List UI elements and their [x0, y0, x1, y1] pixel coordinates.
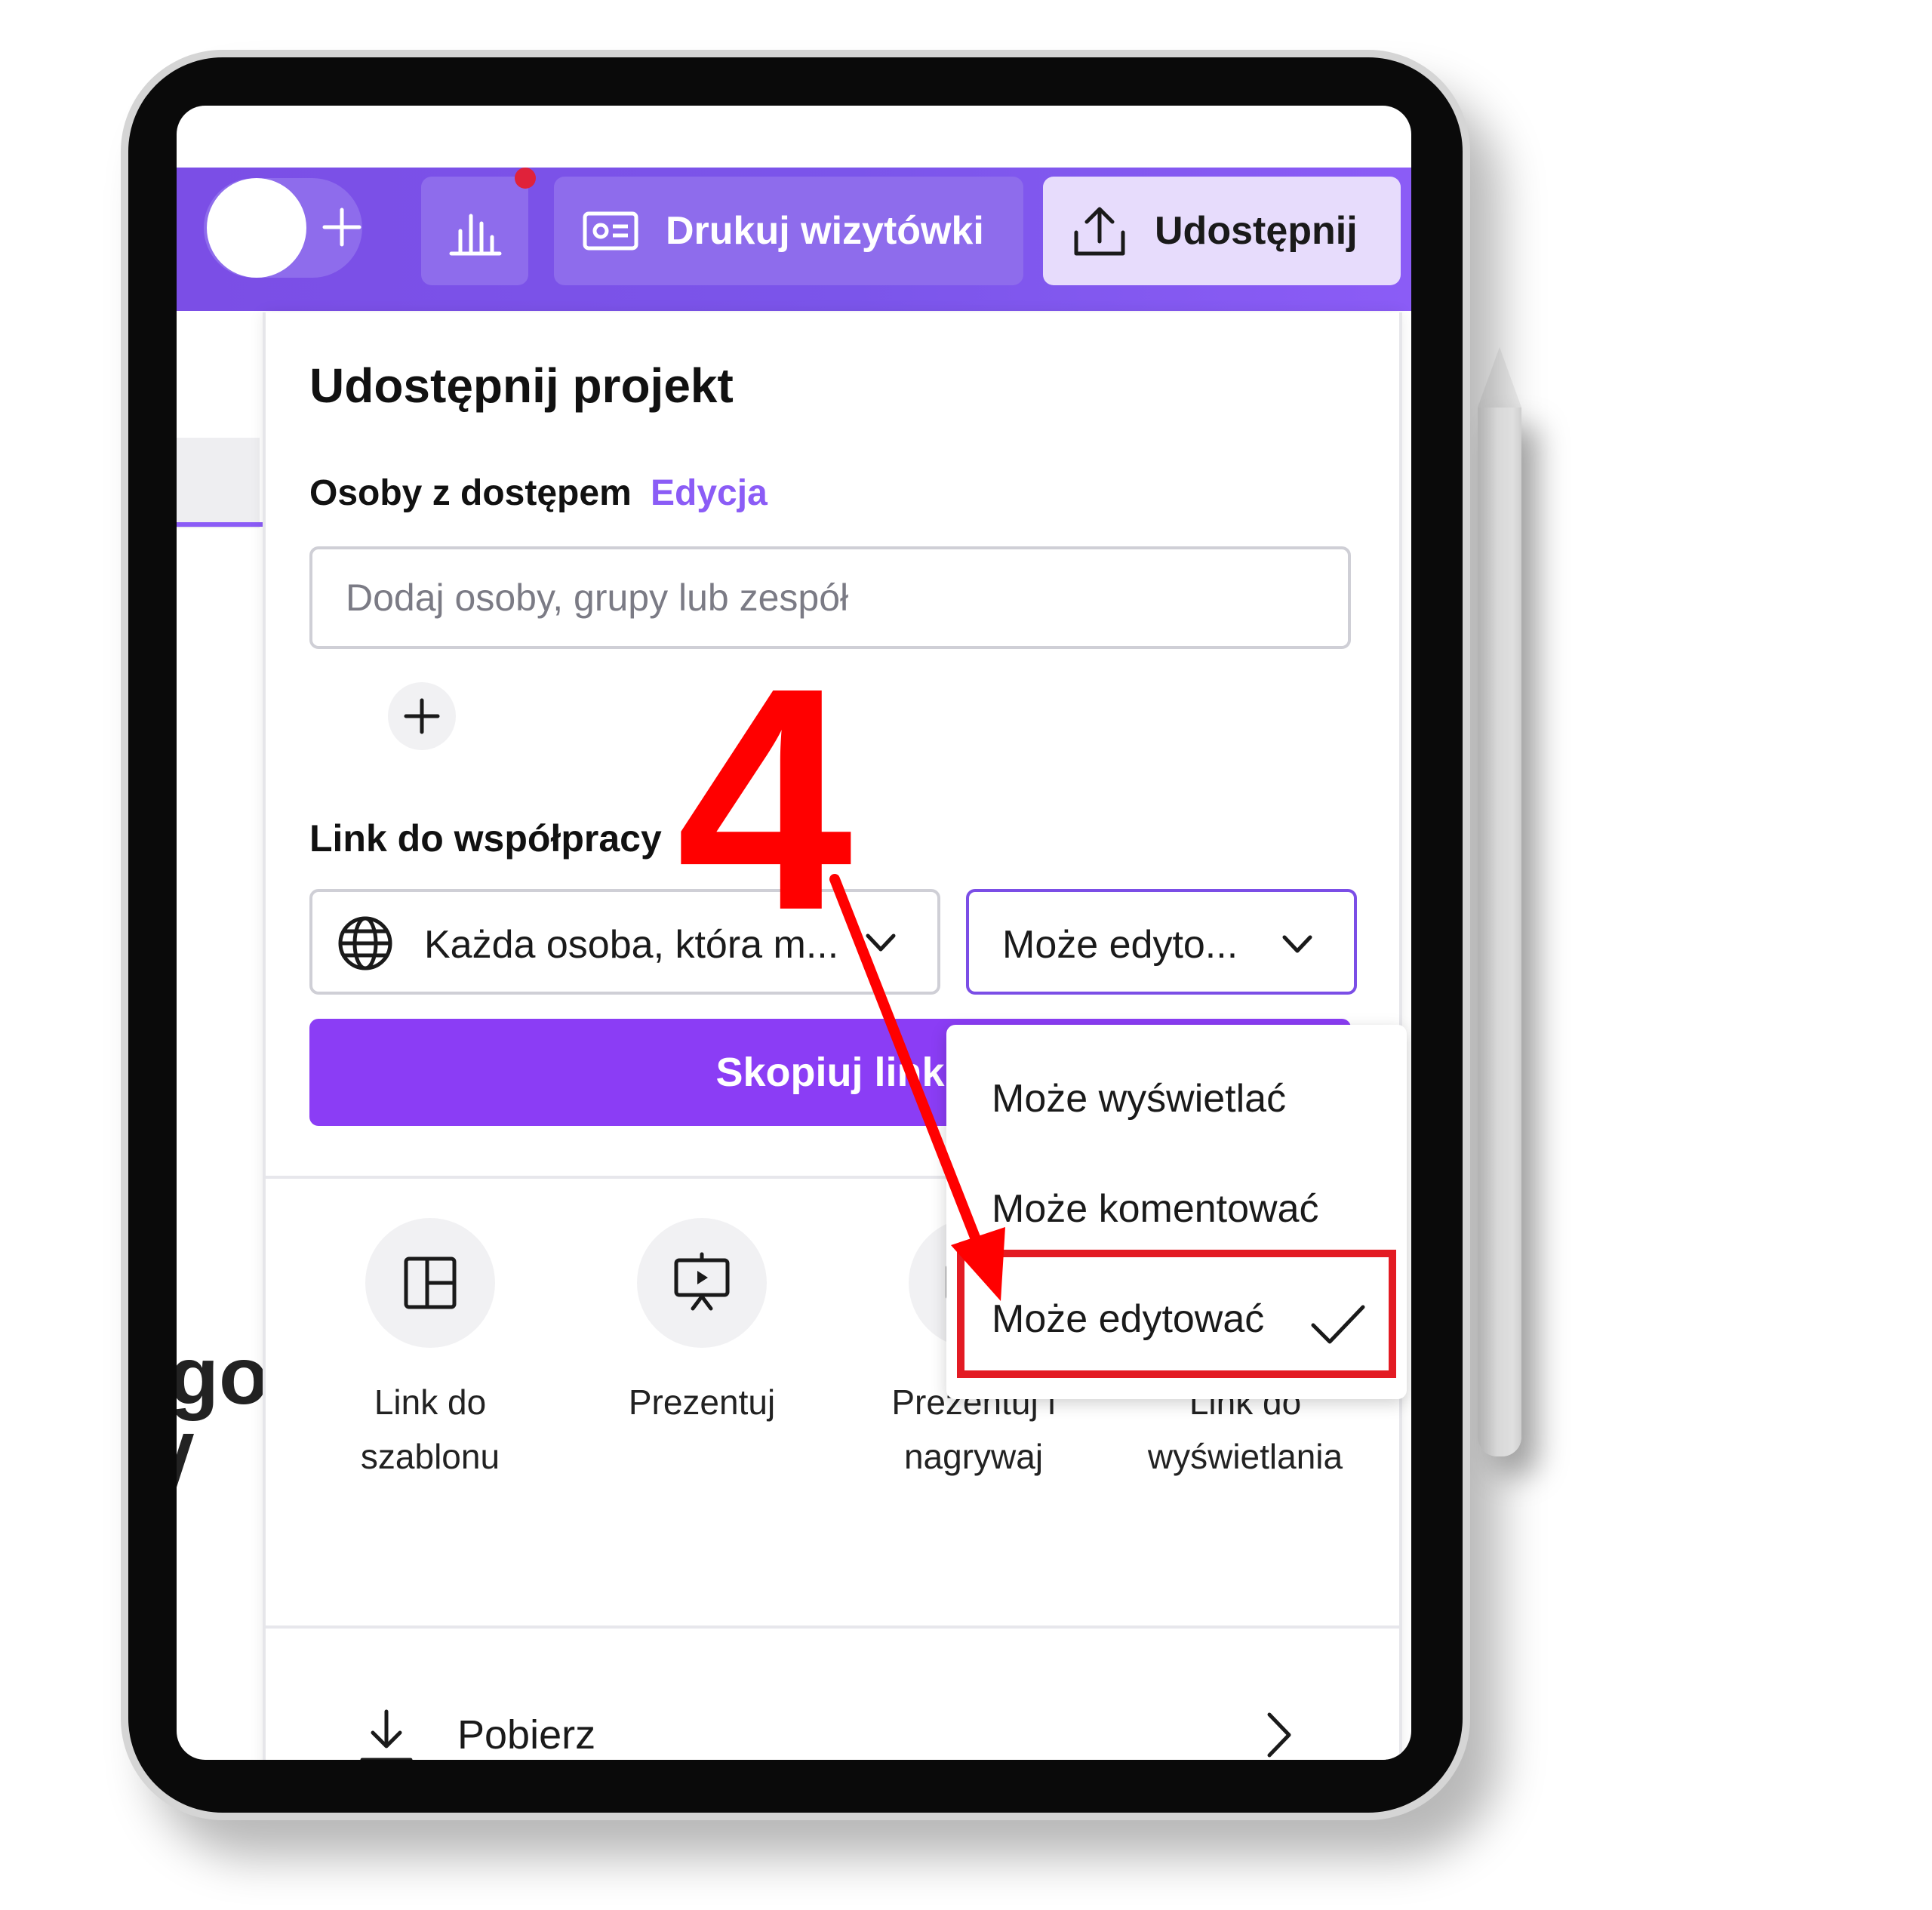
share-button[interactable]: Udostępnij: [1043, 177, 1401, 285]
chevron-down-icon: [866, 933, 896, 952]
stylus: [1478, 408, 1521, 1456]
collaboration-link-label: Link do współpracy: [309, 817, 662, 860]
collaborators-group[interactable]: [204, 178, 362, 278]
add-collaborator-icon[interactable]: [315, 201, 368, 254]
globe-icon: [338, 916, 392, 970]
share-upload-icon: [1074, 207, 1125, 256]
dropdown-item-view[interactable]: Może wyświetlać: [992, 1076, 1286, 1121]
background-heading-fragment: go: [177, 1330, 269, 1421]
background-text-fragment: [177, 1434, 194, 1494]
permission-select[interactable]: Może edyto...: [966, 889, 1357, 995]
chevron-down-icon: [1282, 935, 1312, 953]
insights-button[interactable]: [421, 177, 528, 285]
present-icon: [674, 1252, 730, 1311]
panel-title: Udostępnij projekt: [309, 358, 734, 413]
option-label: Link do szablonu: [360, 1383, 500, 1476]
share-button-label: Udostępnij: [1155, 209, 1358, 253]
print-business-cards-label: Drukuj wizytówki: [666, 209, 984, 253]
divider: [266, 1625, 1399, 1629]
download-row[interactable]: Pobierz: [266, 1656, 1399, 1760]
notification-dot: [515, 168, 536, 189]
bar-chart-icon: [449, 214, 502, 256]
template-icon: [404, 1256, 457, 1309]
option-icon-circle: [365, 1218, 495, 1348]
people-with-access-label: Osoby z dostępem: [309, 473, 632, 513]
print-business-cards-button[interactable]: Drukuj wizytówki: [554, 177, 1023, 285]
chevron-right-icon: [1267, 1712, 1291, 1758]
plus-icon: [404, 698, 440, 734]
option-icon-circle: [637, 1218, 767, 1348]
download-icon: [360, 1709, 413, 1760]
option-label: Prezentuj: [628, 1383, 776, 1422]
permission-value: Może edyto...: [1002, 923, 1238, 967]
background-panel: [177, 438, 260, 528]
checkmark-icon: [1311, 1305, 1365, 1344]
business-card-icon: [583, 211, 638, 251]
stylus-tip: [1478, 347, 1521, 408]
avatar[interactable]: [207, 178, 306, 278]
add-person-button[interactable]: [388, 682, 456, 750]
option-present[interactable]: Prezentuj: [581, 1218, 823, 1429]
screen: go Drukuj wizytówki Udostępnij Udostępni…: [177, 106, 1411, 1760]
access-edit-link[interactable]: Edycja: [651, 472, 768, 514]
option-template-link[interactable]: Link do szablonu: [309, 1218, 551, 1484]
background-tab-indicator: [177, 522, 263, 527]
step-number-annotation: 4: [676, 623, 853, 977]
editor-topbar: Drukuj wizytówki Udostępnij: [177, 168, 1411, 311]
download-label: Pobierz: [457, 1712, 596, 1758]
dropdown-item-comment[interactable]: Może komentować: [992, 1186, 1319, 1232]
